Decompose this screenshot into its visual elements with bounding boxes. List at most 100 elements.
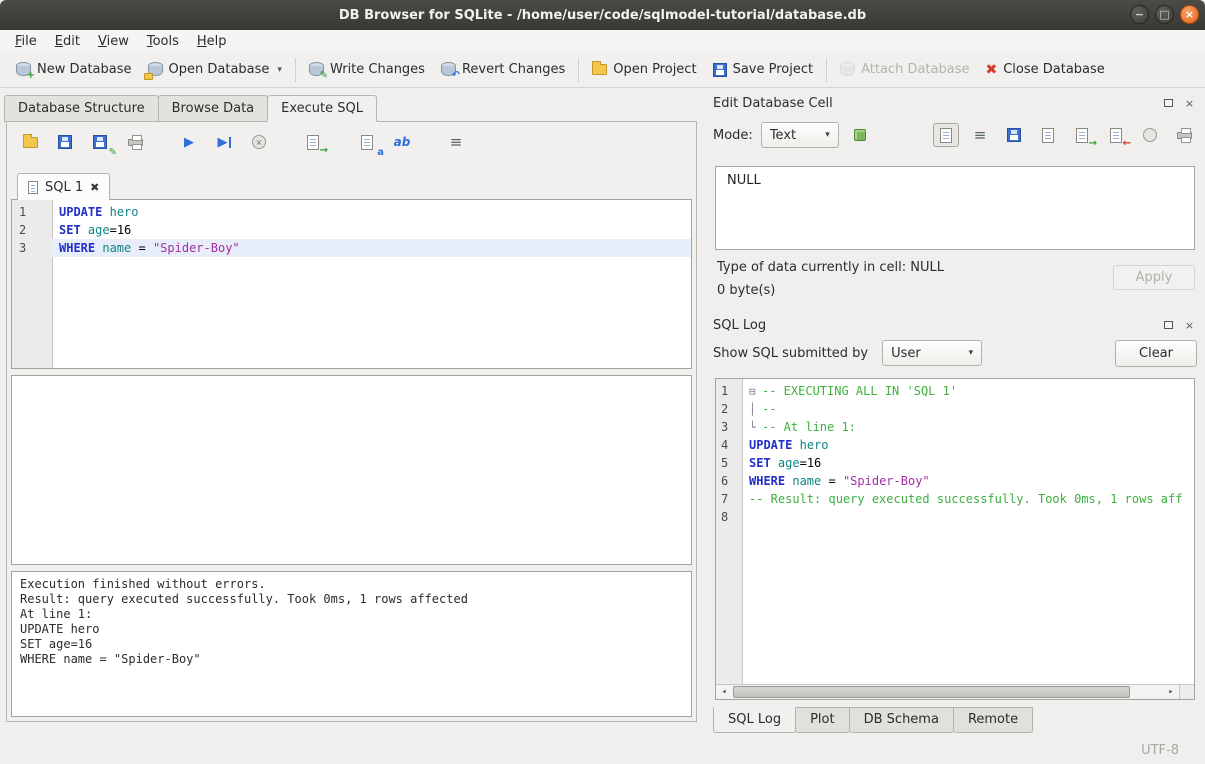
sql-toolbar: ✎ ▶ ▶ × → a ab ≡ [17, 127, 690, 157]
folder-badge-icon [144, 73, 153, 80]
open-project-button[interactable]: Open Project [584, 58, 704, 81]
new-database-button[interactable]: + New Database [8, 58, 140, 81]
execute-all-button[interactable]: ▶ [176, 130, 202, 154]
word-wrap-button[interactable]: ≡ [967, 123, 993, 147]
main-tab-bar: Database Structure Browse Data Execute S… [4, 95, 376, 122]
close-database-icon: ✖ [985, 63, 997, 77]
clear-log-button[interactable]: Clear [1115, 340, 1197, 367]
code-line: 1⊟-- EXECUTING ALL IN 'SQL 1' [716, 382, 1194, 400]
arrow-badge-icon: → [320, 146, 328, 156]
close-dock-button[interactable]: × [1182, 96, 1197, 110]
cell-editor[interactable]: NULL [715, 166, 1195, 250]
open-database-button[interactable]: Open Database ▾ [140, 58, 290, 81]
right-panel: Edit Database Cell × Mode: Text ▾ ≡ → ← [703, 88, 1205, 737]
close-database-button[interactable]: ✖ Close Database [977, 58, 1112, 81]
code-line: 2│-- [716, 400, 1194, 418]
save-icon [1007, 128, 1021, 142]
toolbar-separator [578, 58, 579, 82]
apply-format-button[interactable] [847, 123, 873, 147]
toolbar-separator [826, 58, 827, 82]
cell-size-info: 0 byte(s) [717, 283, 775, 298]
menu-view[interactable]: View [89, 32, 138, 51]
title-bar: DB Browser for SQLite - /home/user/code/… [0, 0, 1205, 30]
text-mode-button[interactable] [933, 123, 959, 147]
import-cell-button[interactable]: → [1069, 123, 1095, 147]
cell-type-info: Type of data currently in cell: NULL [717, 260, 944, 275]
sql-log-view: 1⊟-- EXECUTING ALL IN 'SQL 1'2│--3└-- At… [715, 378, 1195, 700]
save-icon [713, 63, 727, 77]
tab-database-structure[interactable]: Database Structure [4, 95, 159, 122]
encoding-indicator: UTF-8 [1141, 743, 1179, 758]
minimize-button[interactable]: − [1130, 5, 1149, 24]
float-dock-button[interactable] [1161, 96, 1176, 110]
cell-icon-toolbar: ≡ → ← [933, 123, 1197, 147]
format-sql-button[interactable]: ≡ [443, 130, 469, 154]
close-dock-button[interactable]: × [1182, 318, 1197, 332]
open-database-dropdown-icon[interactable]: ▾ [277, 65, 282, 75]
export-results-button[interactable]: → [300, 130, 326, 154]
submitted-by-select[interactable]: User ▾ [882, 340, 982, 366]
scroll-left-button[interactable]: ◂ [716, 685, 732, 699]
tab-plot[interactable]: Plot [795, 707, 850, 733]
code-line: 8 [716, 508, 1194, 526]
save-sql-as-button[interactable]: ✎ [87, 130, 113, 154]
letter-a-badge-icon: a [377, 148, 384, 158]
print-sql-button[interactable] [122, 130, 148, 154]
tab-browse-data[interactable]: Browse Data [158, 95, 269, 122]
sql-log-title: SQL Log [713, 318, 1155, 333]
print-cell-button[interactable] [1171, 123, 1197, 147]
find-button[interactable]: a [354, 130, 380, 154]
window-controls: − □ × [1130, 5, 1199, 24]
execute-current-line-button[interactable]: ▶ [211, 130, 237, 154]
database-revert-icon: ↶ [441, 62, 456, 77]
menu-help[interactable]: Help [188, 32, 236, 51]
close-icon: × [1185, 98, 1194, 109]
replace-button[interactable]: ab [389, 130, 415, 154]
fold-marker-icon[interactable]: │ [749, 401, 762, 418]
fold-marker-icon[interactable]: └ [749, 419, 762, 436]
cell-mode-row: Mode: Text ▾ ≡ → ← [713, 120, 1197, 150]
close-tab-icon[interactable]: ✖ [90, 182, 99, 193]
close-window-button[interactable]: × [1180, 5, 1199, 24]
undo-badge-icon: ↶ [452, 71, 460, 81]
format-cube-icon [854, 129, 866, 141]
close-icon: × [1185, 320, 1194, 331]
stop-execution-button[interactable]: × [246, 130, 272, 154]
scrollbar-thumb[interactable] [733, 686, 1130, 698]
sql-editor-tab[interactable]: SQL 1 ✖ [17, 173, 110, 200]
open-file-icon [23, 137, 38, 148]
save-as-icon [93, 135, 107, 149]
save-sql-file-button[interactable] [52, 130, 78, 154]
save-sql-icon [58, 135, 72, 149]
export-cell-button[interactable]: ← [1103, 123, 1129, 147]
copy-cell-button[interactable] [1035, 123, 1061, 147]
save-project-button[interactable]: Save Project [705, 58, 822, 81]
set-null-button[interactable] [1137, 123, 1163, 147]
float-dock-button[interactable] [1161, 318, 1176, 332]
left-panel: Database Structure Browse Data Execute S… [0, 88, 703, 737]
menu-tools[interactable]: Tools [138, 32, 188, 51]
fold-marker-icon[interactable]: ⊟ [749, 383, 762, 400]
mode-select[interactable]: Text ▾ [761, 122, 839, 148]
sql-editor[interactable]: 1UPDATE hero2SET age=163WHERE name = "Sp… [11, 199, 692, 369]
tab-remote[interactable]: Remote [953, 707, 1033, 733]
menu-file[interactable]: File [6, 32, 46, 51]
scrollbar-track[interactable] [732, 685, 1163, 699]
tab-db-schema[interactable]: DB Schema [849, 707, 954, 733]
code-line: 2SET age=16 [12, 221, 691, 239]
edit-cell-dock-header: Edit Database Cell × [713, 94, 1197, 112]
database-attach-icon [840, 62, 855, 77]
horizontal-scrollbar: ◂ ▸ [716, 684, 1194, 699]
open-sql-file-button[interactable] [17, 130, 43, 154]
sql-tab-label: SQL 1 [45, 180, 83, 195]
tab-sql-log[interactable]: SQL Log [713, 707, 796, 733]
save-cell-button[interactable] [1001, 123, 1027, 147]
tab-execute-sql[interactable]: Execute SQL [267, 95, 377, 122]
scroll-right-button[interactable]: ▸ [1163, 685, 1179, 699]
status-bar: UTF-8 [0, 737, 1205, 764]
write-changes-button[interactable]: ✎ Write Changes [301, 58, 433, 81]
code-line: 1UPDATE hero [12, 203, 691, 221]
revert-changes-button[interactable]: ↶ Revert Changes [433, 58, 573, 81]
menu-edit[interactable]: Edit [46, 32, 89, 51]
maximize-button[interactable]: □ [1155, 5, 1174, 24]
